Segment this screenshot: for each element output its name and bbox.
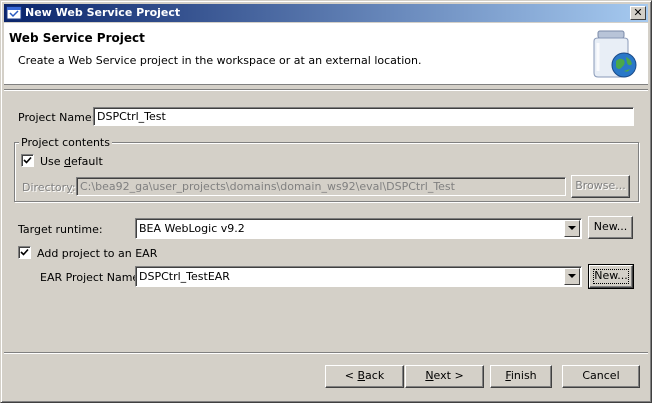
checkmark-icon: [23, 156, 32, 164]
new-runtime-button[interactable]: New...: [588, 216, 633, 239]
banner-separator: [4, 89, 648, 91]
add-to-ear-label[interactable]: Add project to an EAR: [37, 247, 157, 260]
directory-input[interactable]: C:\bea92_ga\user_projects\domains\domain…: [76, 177, 566, 196]
title-bar[interactable]: New Web Service Project ✕: [4, 4, 648, 22]
page-title: Web Service Project: [9, 31, 145, 45]
window-title: New Web Service Project: [25, 6, 181, 19]
triangle-down-icon: [568, 274, 576, 278]
close-icon: ✕: [633, 6, 643, 19]
wizard-banner: Web Service Project Create a Web Service…: [4, 23, 648, 85]
checkmark-icon: [20, 248, 29, 256]
target-runtime-dropdown[interactable]: BEA WebLogic v9.2: [135, 218, 582, 239]
directory-value: C:\bea92_ga\user_projects\domains\domain…: [80, 180, 455, 193]
use-default-checkbox[interactable]: [21, 154, 34, 167]
ear-project-value: DSPCtrl_TestEAR: [139, 270, 230, 283]
use-default-label[interactable]: Use default: [40, 155, 103, 168]
project-name-value: DSPCtrl_Test: [97, 110, 166, 123]
target-runtime-value: BEA WebLogic v9.2: [139, 222, 245, 235]
back-button[interactable]: < Back: [325, 365, 404, 388]
ear-project-dropdown[interactable]: DSPCtrl_TestEAR: [135, 266, 582, 287]
target-runtime-label: Target runtime:: [18, 223, 103, 236]
project-contents-legend: Project contents: [19, 136, 112, 149]
new-web-service-project-dialog: New Web Service Project ✕ Web Service Pr…: [0, 0, 652, 403]
project-name-input[interactable]: DSPCtrl_Test: [93, 107, 634, 126]
new-ear-button[interactable]: New...: [588, 264, 634, 289]
page-description: Create a Web Service project in the work…: [18, 54, 422, 67]
close-button[interactable]: ✕: [630, 6, 646, 20]
directory-label: Directory:: [22, 181, 76, 194]
footer-separator: [4, 352, 648, 354]
ear-project-name-label: EAR Project Name:: [40, 271, 143, 284]
next-button[interactable]: Next >: [405, 365, 484, 388]
triangle-down-icon: [568, 226, 576, 230]
browse-button[interactable]: Browse...: [571, 175, 630, 198]
web-service-jar-globe-icon: [593, 30, 637, 78]
ear-project-dropdown-button[interactable]: [564, 268, 580, 285]
target-runtime-dropdown-button[interactable]: [564, 220, 580, 237]
finish-button[interactable]: Finish: [490, 365, 552, 388]
add-to-ear-checkbox[interactable]: [18, 246, 31, 259]
eclipse-window-icon: [6, 6, 22, 20]
project-name-label: Project Name:: [18, 111, 96, 124]
cancel-button[interactable]: Cancel: [562, 365, 640, 388]
